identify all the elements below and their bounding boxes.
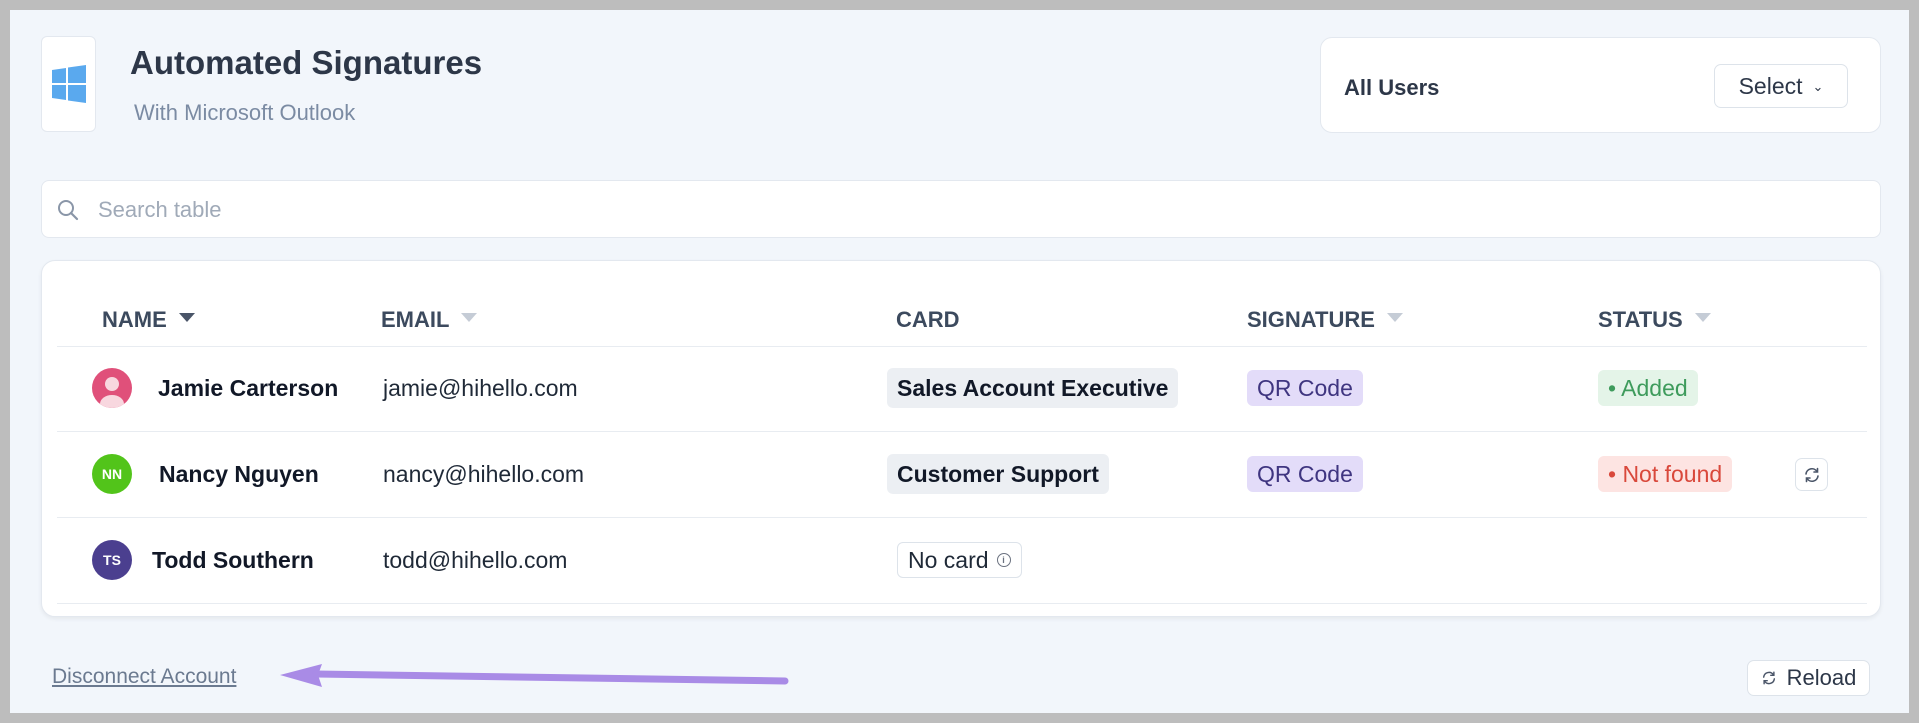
row-divider	[57, 431, 1867, 432]
refresh-icon	[1762, 671, 1775, 685]
user-name: Jamie Carterson	[158, 375, 339, 401]
refresh-icon	[1804, 467, 1819, 482]
column-header-signature[interactable]: SIGNATURE	[1247, 307, 1403, 333]
annotation-arrow	[280, 664, 789, 687]
avatar: NN	[92, 454, 132, 494]
app-frame: Automated Signatures With Microsoft Outl…	[10, 10, 1909, 713]
row-divider	[57, 517, 1867, 518]
search-input[interactable]	[98, 191, 1858, 229]
user-email: jamie@hihello.com	[383, 375, 578, 401]
card-chip[interactable]: Customer Support	[887, 454, 1109, 494]
user-name: Todd Southern	[152, 547, 314, 573]
info-icon[interactable]: i	[996, 553, 1011, 567]
user-name: Nancy Nguyen	[159, 461, 319, 487]
users-filter-card: All Users Select ⌄	[1320, 37, 1881, 133]
status-badge: • Not found	[1598, 456, 1733, 492]
select-dropdown-button[interactable]: Select ⌄	[1714, 64, 1848, 108]
column-header-status[interactable]: STATUS	[1598, 307, 1711, 333]
no-card-label: No card	[908, 546, 989, 573]
column-header-name[interactable]: NAME	[102, 307, 195, 333]
windows-logo-icon	[52, 65, 86, 103]
sort-caret-icon	[178, 312, 195, 322]
row-divider	[57, 603, 1867, 604]
user-email: nancy@hihello.com	[383, 461, 585, 487]
card-chip[interactable]: Sales Account Executive	[887, 368, 1179, 408]
column-header-email[interactable]: EMAIL	[381, 307, 478, 333]
sort-caret-icon	[1694, 312, 1711, 322]
column-header-card: CARD	[896, 307, 960, 332]
sort-caret-icon	[1386, 312, 1403, 322]
user-photo-icon	[100, 377, 124, 408]
page-subtitle: With Microsoft Outlook	[134, 100, 356, 125]
chevron-down-icon: ⌄	[1812, 79, 1824, 94]
search-icon	[58, 200, 79, 221]
row-divider	[57, 346, 1867, 347]
users-table: NAME EMAIL CARD SIGNATURE STATUS Jamie C…	[41, 260, 1881, 617]
users-filter-label: All Users	[1344, 75, 1440, 100]
sort-caret-icon	[461, 312, 478, 322]
search-bar	[41, 180, 1881, 238]
retry-button[interactable]	[1795, 458, 1828, 491]
status-badge: • Added	[1598, 370, 1698, 406]
outlook-logo-box	[41, 36, 96, 132]
avatar: TS	[92, 540, 132, 580]
reload-button[interactable]: Reload	[1747, 660, 1870, 696]
page-title: Automated Signatures	[130, 44, 483, 81]
select-label: Select	[1738, 72, 1803, 99]
user-email: todd@hihello.com	[383, 547, 568, 573]
reload-label: Reload	[1786, 665, 1857, 690]
disconnect-account-link[interactable]: Disconnect Account	[52, 665, 236, 689]
no-card-chip[interactable]: No card i	[897, 542, 1022, 578]
signature-chip: QR Code	[1247, 370, 1363, 406]
avatar	[92, 368, 132, 408]
signature-chip: QR Code	[1247, 456, 1363, 492]
